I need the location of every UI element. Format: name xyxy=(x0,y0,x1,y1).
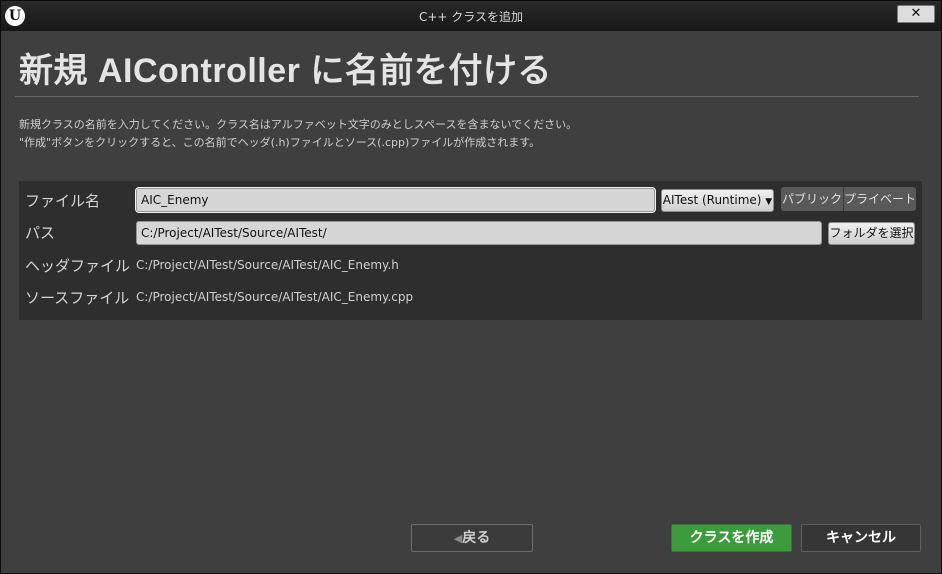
source-file-path: C:/Project/AITest/Source/AITest/AIC_Enem… xyxy=(136,290,414,304)
file-name-label: ファイル名 xyxy=(25,192,101,210)
add-cpp-class-dialog: U C++ クラスを追加 ✕ 新規 AIController に名前を付ける 新… xyxy=(0,0,942,574)
private-option[interactable]: プライベート xyxy=(844,187,916,211)
window-title: C++ クラスを追加 xyxy=(418,10,524,24)
back-button[interactable]: ◀戻る xyxy=(411,524,533,552)
title-bar[interactable]: U C++ クラスを追加 ✕ xyxy=(1,1,941,31)
create-class-button[interactable]: クラスを作成 xyxy=(671,524,792,552)
visibility-toggle: パブリック プライベート xyxy=(781,187,916,211)
header-file-path: C:/Project/AITest/Source/AITest/AIC_Enem… xyxy=(136,258,399,272)
path-label: パス xyxy=(25,224,56,242)
choose-folder-button[interactable]: フォルダを選択 xyxy=(828,222,915,245)
chevron-left-icon: ◀ xyxy=(453,532,463,545)
heading-divider xyxy=(15,96,919,97)
public-option[interactable]: パブリック xyxy=(781,187,844,211)
description-line-1: 新規クラスの名前を入力してください。クラス名はアルファベット文字のみとしスペース… xyxy=(19,118,578,131)
module-dropdown-label: AITest (Runtime) xyxy=(662,193,762,207)
header-file-label: ヘッダファイル xyxy=(25,257,131,275)
page-title: 新規 AIController に名前を付ける xyxy=(19,52,552,90)
source-file-label: ソースファイル xyxy=(25,289,130,307)
class-name-input[interactable] xyxy=(136,188,655,212)
close-button[interactable]: ✕ xyxy=(897,5,935,23)
cancel-button[interactable]: キャンセル xyxy=(801,524,921,552)
description-line-2: "作成"ボタンをクリックすると、この名前でヘッダ(.h)ファイルとソース(.cp… xyxy=(19,136,541,149)
back-button-label: 戻る xyxy=(462,530,491,546)
caret-down-icon: ▼ xyxy=(765,197,773,207)
module-dropdown[interactable]: AITest (Runtime) ▼ xyxy=(661,189,774,212)
path-input[interactable] xyxy=(136,221,822,245)
class-settings-panel: ファイル名 AITest (Runtime) ▼ パブリック プライベート パス… xyxy=(19,181,922,320)
